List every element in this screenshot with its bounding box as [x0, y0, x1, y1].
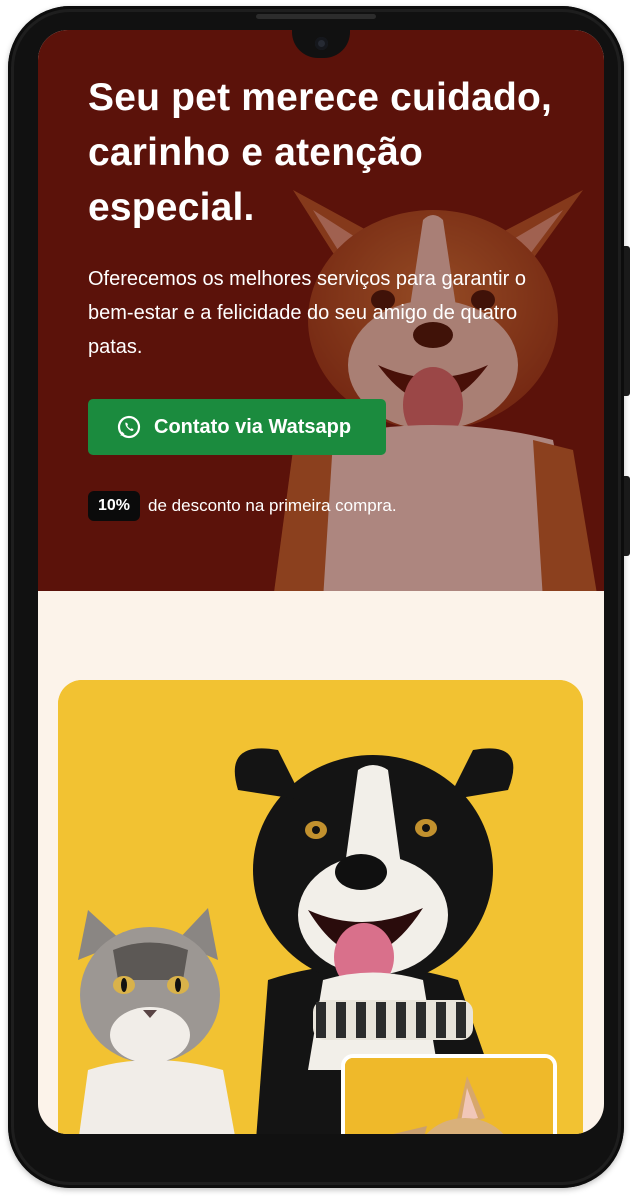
phone-screen: Seu pet merece cuidado, carinho e atençã… [38, 30, 604, 1134]
hero-title: Seu pet merece cuidado, carinho e atençã… [88, 76, 553, 229]
hero-section: Seu pet merece cuidado, carinho e atençã… [38, 30, 604, 591]
hero-content: Seu pet merece cuidado, carinho e atençã… [88, 70, 568, 521]
whatsapp-icon [117, 415, 141, 439]
power-button [624, 476, 630, 556]
inset-photo-card [341, 1054, 557, 1134]
whatsapp-contact-button[interactable]: Contato via Watsapp [88, 399, 386, 455]
discount-badge: 10% [88, 491, 141, 521]
pets-photo-card [58, 680, 583, 1134]
whatsapp-button-label: Contato via Watsapp [154, 415, 352, 438]
volume-button [624, 246, 630, 396]
hero-subtitle: Oferecemos os melhores serviços para gar… [88, 268, 526, 358]
kitten-image [345, 1058, 553, 1134]
discount-row: 10% de desconto na primeira compra. [88, 491, 568, 521]
front-camera-icon [314, 37, 328, 50]
phone-speaker [256, 14, 376, 19]
discount-text: de desconto na primeira compra. [148, 496, 397, 515]
phone-frame: Seu pet merece cuidado, carinho e atençã… [8, 6, 630, 1188]
